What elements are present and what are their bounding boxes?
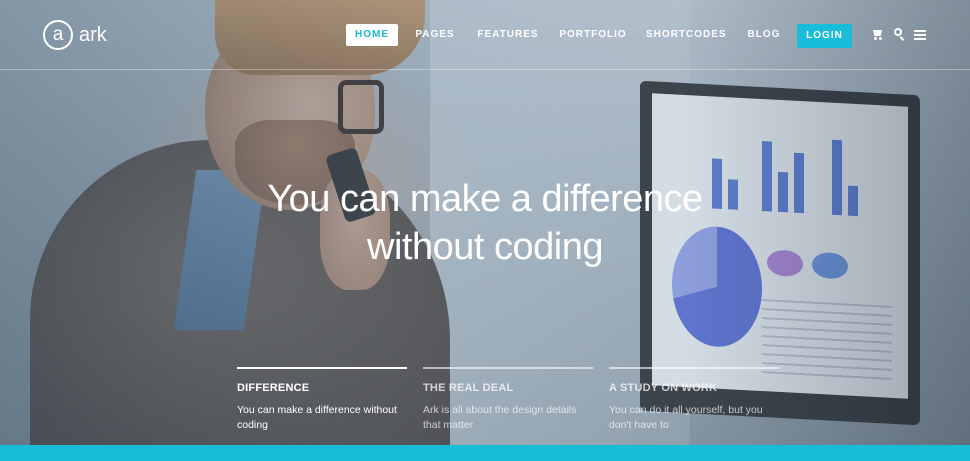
feature-divider [423,367,593,369]
hero-headline: You can make a difference without coding [0,175,970,271]
feature-description: You can do it all yourself, but you don'… [609,404,763,431]
feature-description: Ark is all about the design details that… [423,404,577,431]
nav-home[interactable]: HOME [346,24,398,46]
accent-bottom-bar [0,445,970,461]
logo-mark: a [43,20,73,50]
menu-icon[interactable] [914,27,928,41]
logo-text: ark [79,23,107,46]
nav-portfolio[interactable]: PORTFOLIO [558,24,628,46]
feature-description: You can make a difference without coding [237,404,397,431]
feature-study-on-work[interactable]: A STUDY ON WORK You can do it all yourse… [609,367,779,433]
feature-divider [609,367,779,369]
login-button[interactable]: LOGIN [797,24,852,48]
site-header: a ark HOME PAGES FEATURES PORTFOLIO SHOR… [0,0,970,70]
feature-divider [237,367,407,369]
hero-headline-line1: You can make a difference [267,178,703,220]
nav-features[interactable]: FEATURES [475,24,541,46]
feature-title: A STUDY ON WORK [609,382,718,394]
logo[interactable]: a ark [43,20,107,50]
feature-title: THE REAL DEAL [423,382,514,394]
cart-icon[interactable] [872,27,886,41]
nav-blog[interactable]: BLOG [744,24,784,46]
feature-title: DIFFERENCE [237,382,310,394]
nav-shortcodes[interactable]: SHORTCODES [646,24,726,46]
feature-real-deal[interactable]: THE REAL DEAL Ark is all about the desig… [423,367,593,433]
hero-headline-line2: without coding [367,226,603,268]
search-icon[interactable] [893,27,907,41]
nav-pages[interactable]: PAGES [410,24,460,46]
feature-difference[interactable]: DIFFERENCE You can make a difference wit… [237,367,407,433]
